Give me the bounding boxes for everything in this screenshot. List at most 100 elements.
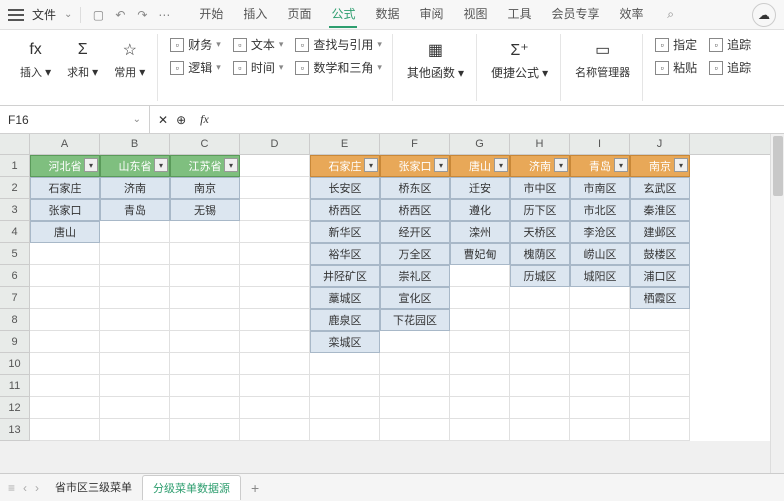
cell-G12[interactable]	[450, 397, 510, 419]
save-icon[interactable]: ▢	[89, 6, 107, 24]
cell-E13[interactable]	[310, 419, 380, 441]
other-func-button[interactable]: ▦其他函数 ▾	[401, 34, 470, 85]
cell-A8[interactable]	[30, 309, 100, 331]
cell-B2[interactable]: 济南	[100, 177, 170, 199]
cell-J5[interactable]: 鼓楼区	[630, 243, 690, 265]
cell-C7[interactable]	[170, 287, 240, 309]
cell-J4[interactable]: 建邺区	[630, 221, 690, 243]
cell-F6[interactable]: 崇礼区	[380, 265, 450, 287]
sheet-list-icon[interactable]: ≡	[6, 481, 17, 495]
cell-D6[interactable]	[240, 265, 310, 287]
cell-A9[interactable]	[30, 331, 100, 353]
cell-E1[interactable]: 石家庄	[310, 155, 380, 177]
cell-C13[interactable]	[170, 419, 240, 441]
row-header-13[interactable]: 13	[0, 419, 30, 441]
filter-dropdown[interactable]	[224, 158, 238, 172]
col-header-D[interactable]: D	[240, 134, 310, 154]
cell-E7[interactable]: 藁城区	[310, 287, 380, 309]
cell-D4[interactable]	[240, 221, 310, 243]
cell-E2[interactable]: 长安区	[310, 177, 380, 199]
ribbon-数学和三角[interactable]: ▫数学和三角▾	[291, 57, 386, 78]
tab-工具[interactable]: 工具	[506, 1, 534, 28]
ribbon-追踪[interactable]: ▫追踪	[705, 34, 755, 55]
cell-B5[interactable]	[100, 243, 170, 265]
cell-B12[interactable]	[100, 397, 170, 419]
tab-会员专享[interactable]: 会员专享	[550, 1, 602, 28]
cell-I2[interactable]: 市南区	[570, 177, 630, 199]
cell-H3[interactable]: 历下区	[510, 199, 570, 221]
cell-G5[interactable]: 曹妃甸	[450, 243, 510, 265]
cell-E10[interactable]	[310, 353, 380, 375]
cell-B1[interactable]: 山东省	[100, 155, 170, 177]
scrollbar-thumb[interactable]	[773, 136, 783, 196]
cell-C12[interactable]	[170, 397, 240, 419]
cell-J3[interactable]: 秦淮区	[630, 199, 690, 221]
cell-C10[interactable]	[170, 353, 240, 375]
cell-I6[interactable]: 城阳区	[570, 265, 630, 287]
tab-插入[interactable]: 插入	[241, 1, 269, 28]
cell-F2[interactable]: 桥东区	[380, 177, 450, 199]
row-header-5[interactable]: 5	[0, 243, 30, 265]
cell-D10[interactable]	[240, 353, 310, 375]
tab-审阅[interactable]: 审阅	[417, 1, 445, 28]
cell-D3[interactable]	[240, 199, 310, 221]
cell-E5[interactable]: 裕华区	[310, 243, 380, 265]
cell-D11[interactable]	[240, 375, 310, 397]
cell-C11[interactable]	[170, 375, 240, 397]
col-header-H[interactable]: H	[510, 134, 570, 154]
redo-icon[interactable]: ↷	[133, 6, 151, 24]
col-header-G[interactable]: G	[450, 134, 510, 154]
cell-H9[interactable]	[510, 331, 570, 353]
ribbon-文本[interactable]: ▫文本▾	[229, 34, 288, 55]
cell-H8[interactable]	[510, 309, 570, 331]
sheet-prev-icon[interactable]: ‹	[21, 481, 29, 495]
cell-J8[interactable]	[630, 309, 690, 331]
ribbon-查找与引用[interactable]: ▫查找与引用▾	[291, 34, 386, 55]
cell-C2[interactable]: 南京	[170, 177, 240, 199]
cell-D5[interactable]	[240, 243, 310, 265]
tab-效率[interactable]: 效率	[618, 1, 646, 28]
cell-F9[interactable]	[380, 331, 450, 353]
row-header-4[interactable]: 4	[0, 221, 30, 243]
cell-C6[interactable]	[170, 265, 240, 287]
col-header-E[interactable]: E	[310, 134, 380, 154]
cell-F1[interactable]: 张家口	[380, 155, 450, 177]
cell-A2[interactable]: 石家庄	[30, 177, 100, 199]
cell-H5[interactable]: 槐荫区	[510, 243, 570, 265]
cell-C4[interactable]	[170, 221, 240, 243]
cell-E4[interactable]: 新华区	[310, 221, 380, 243]
tab-公式[interactable]: 公式	[329, 1, 357, 28]
ribbon-插入[interactable]: fx插入 ▾	[14, 34, 57, 84]
more-icon[interactable]: ⋯	[155, 6, 173, 24]
cell-J2[interactable]: 玄武区	[630, 177, 690, 199]
cell-J11[interactable]	[630, 375, 690, 397]
row-header-10[interactable]: 10	[0, 353, 30, 375]
row-header-6[interactable]: 6	[0, 265, 30, 287]
row-header-12[interactable]: 12	[0, 397, 30, 419]
row-header-1[interactable]: 1	[0, 155, 30, 177]
search-icon[interactable]: ⌕	[662, 6, 680, 24]
cell-D8[interactable]	[240, 309, 310, 331]
cell-J12[interactable]	[630, 397, 690, 419]
cell-E9[interactable]: 栾城区	[310, 331, 380, 353]
cell-I8[interactable]	[570, 309, 630, 331]
cell-A1[interactable]: 河北省	[30, 155, 100, 177]
cell-H1[interactable]: 济南	[510, 155, 570, 177]
cell-E3[interactable]: 桥西区	[310, 199, 380, 221]
cell-D9[interactable]	[240, 331, 310, 353]
cell-H11[interactable]	[510, 375, 570, 397]
cell-A7[interactable]	[30, 287, 100, 309]
ribbon-粘贴[interactable]: ▫粘贴	[651, 57, 701, 78]
cell-H13[interactable]	[510, 419, 570, 441]
cell-B4[interactable]	[100, 221, 170, 243]
cancel-icon[interactable]: ✕	[158, 113, 168, 127]
row-header-11[interactable]: 11	[0, 375, 30, 397]
filter-dropdown[interactable]	[614, 158, 628, 172]
cell-B8[interactable]	[100, 309, 170, 331]
cell-I10[interactable]	[570, 353, 630, 375]
cell-G10[interactable]	[450, 353, 510, 375]
sheet-next-icon[interactable]: ›	[33, 481, 41, 495]
cell-G2[interactable]: 迁安	[450, 177, 510, 199]
cell-J10[interactable]	[630, 353, 690, 375]
cell-F7[interactable]: 宣化区	[380, 287, 450, 309]
